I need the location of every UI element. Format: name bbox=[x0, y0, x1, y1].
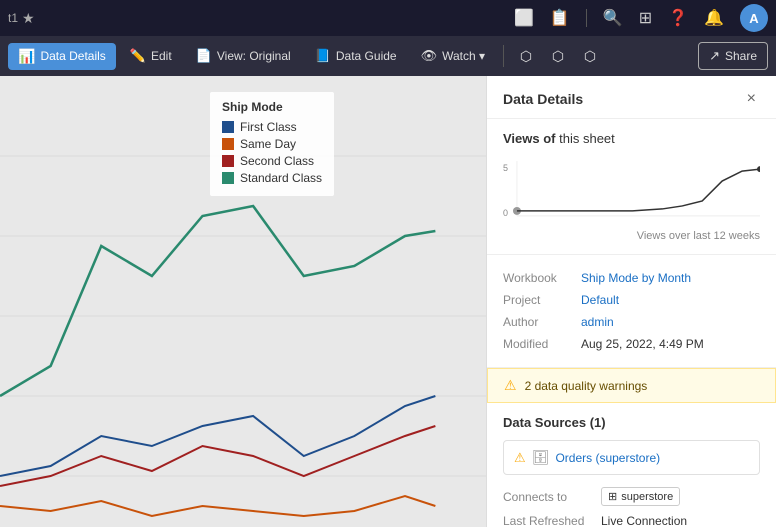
last-refreshed-label: Last Refreshed bbox=[503, 514, 593, 527]
legend-color-same-day bbox=[222, 138, 234, 150]
project-label: Project bbox=[503, 293, 573, 307]
legend-title: Ship Mode bbox=[222, 100, 322, 114]
modified-label: Modified bbox=[503, 337, 573, 351]
help-icon[interactable]: ❓ bbox=[668, 8, 688, 28]
source-item[interactable]: ⚠ 🗄 Orders (superstore) bbox=[503, 440, 760, 475]
data-details-button[interactable]: 📊 Data Details bbox=[8, 43, 116, 70]
connects-to-row: Connects to ⊞ superstore bbox=[503, 483, 760, 510]
connects-to-value: ⊞ superstore bbox=[601, 487, 680, 506]
tab-area: t1 ★ bbox=[8, 10, 35, 27]
edit-button[interactable]: ✏️ Edit bbox=[120, 43, 182, 69]
top-icons: ⬜ 📋 🔍 ⊞ ❓ 🔔 A bbox=[514, 4, 768, 32]
view-icon: 📄 bbox=[196, 48, 212, 64]
legend-label-same-day: Same Day bbox=[240, 137, 296, 151]
guide-icon: 📘 bbox=[315, 48, 331, 64]
legend-label-second-class: Second Class bbox=[240, 154, 314, 168]
db-badge: ⊞ superstore bbox=[601, 487, 680, 506]
connects-to-label: Connects to bbox=[503, 490, 593, 504]
modified-row: Modified Aug 25, 2022, 4:49 PM bbox=[503, 333, 760, 355]
source-name[interactable]: Orders (superstore) bbox=[555, 451, 660, 465]
chart-area: Date Ship Mode First Class bbox=[0, 76, 486, 527]
panel-header: Data Details × bbox=[487, 76, 776, 119]
legend-color-second-class bbox=[222, 155, 234, 167]
tablet-icon[interactable]: ⬜ bbox=[514, 8, 534, 28]
share-icon: ↗ bbox=[709, 48, 720, 64]
data-details-icon: 📊 bbox=[18, 48, 35, 65]
svg-text:0: 0 bbox=[503, 208, 508, 218]
views-section-title: Views of this sheet bbox=[503, 131, 760, 146]
details-panel: Data Details × Views of this sheet 5 0 bbox=[486, 76, 776, 527]
panel-title: Data Details bbox=[503, 91, 583, 107]
project-row: Project Default bbox=[503, 289, 760, 311]
divider-top bbox=[586, 9, 587, 27]
share-button[interactable]: ↗ Share bbox=[698, 42, 768, 70]
db-icon: ⊞ bbox=[608, 490, 617, 503]
toolbar: 📊 Data Details ✏️ Edit 📄 View: Original … bbox=[0, 36, 776, 76]
star-icon[interactable]: ★ bbox=[22, 10, 35, 27]
legend-second-class: Second Class bbox=[222, 154, 322, 168]
last-refreshed-row: Last Refreshed Live Connection bbox=[503, 510, 760, 527]
author-label: Author bbox=[503, 315, 573, 329]
data-guide-button[interactable]: 📘 Data Guide bbox=[305, 43, 407, 69]
metadata-section: Workbook Ship Mode by Month Project Defa… bbox=[487, 255, 776, 368]
modified-value: Aug 25, 2022, 4:49 PM bbox=[581, 337, 704, 351]
warning-banner[interactable]: ⚠ 2 data quality warnings bbox=[487, 368, 776, 403]
legend-label-standard-class: Standard Class bbox=[240, 171, 322, 185]
clipboard-icon[interactable]: 📋 bbox=[550, 8, 570, 28]
legend-same-day: Same Day bbox=[222, 137, 322, 151]
source-warning-icon: ⚠ bbox=[514, 450, 526, 466]
author-row: Author admin bbox=[503, 311, 760, 333]
chart-legend: Ship Mode First Class Same Day Second Cl… bbox=[210, 92, 334, 196]
edit-icon: ✏️ bbox=[130, 48, 146, 64]
legend-first-class: First Class bbox=[222, 120, 322, 134]
subscribe-button[interactable]: ⬡ bbox=[544, 42, 572, 70]
views-section: Views of this sheet 5 0 Views over last … bbox=[487, 119, 776, 255]
views-chart: 5 0 bbox=[503, 156, 760, 226]
svg-text:5: 5 bbox=[503, 163, 508, 173]
project-value[interactable]: Default bbox=[581, 293, 619, 307]
embed-button[interactable]: ⬡ bbox=[576, 42, 604, 70]
workbook-label: Workbook bbox=[503, 271, 573, 285]
avatar[interactable]: A bbox=[740, 4, 768, 32]
search-icon[interactable]: 🔍 bbox=[603, 8, 623, 28]
sources-title: Data Sources (1) bbox=[503, 415, 760, 430]
workbook-value[interactable]: Ship Mode by Month bbox=[581, 271, 691, 285]
legend-color-first-class bbox=[222, 121, 234, 133]
sources-section: Data Sources (1) ⚠ 🗄 Orders (superstore)… bbox=[487, 403, 776, 527]
grid-icon[interactable]: ⊞ bbox=[639, 8, 652, 28]
toolbar-divider-1 bbox=[503, 45, 504, 67]
watch-button[interactable]: 👁 Watch ▾ bbox=[411, 43, 495, 69]
legend-label-first-class: First Class bbox=[240, 120, 297, 134]
legend-color-standard-class bbox=[222, 172, 234, 184]
workbook-row: Workbook Ship Mode by Month bbox=[503, 267, 760, 289]
panel-close-button[interactable]: × bbox=[743, 88, 760, 110]
eye-icon: 👁 bbox=[421, 48, 438, 64]
warning-text: 2 data quality warnings bbox=[525, 379, 648, 393]
present-button[interactable]: ⬡ bbox=[512, 42, 540, 70]
top-bar: t1 ★ ⬜ 📋 🔍 ⊞ ❓ 🔔 A bbox=[0, 0, 776, 36]
views-chart-svg: 5 0 bbox=[503, 156, 760, 226]
author-value[interactable]: admin bbox=[581, 315, 614, 329]
bell-icon[interactable]: 🔔 bbox=[704, 8, 724, 28]
last-refreshed-value: Live Connection bbox=[601, 514, 687, 527]
legend-standard-class: Standard Class bbox=[222, 171, 322, 185]
views-footnote: Views over last 12 weeks bbox=[503, 230, 760, 242]
source-db-icon: 🗄 bbox=[532, 449, 550, 466]
tab-label[interactable]: t1 bbox=[8, 11, 18, 25]
main-content: Date Ship Mode First Class bbox=[0, 76, 776, 527]
view-original-button[interactable]: 📄 View: Original bbox=[186, 43, 301, 69]
warning-icon: ⚠ bbox=[504, 377, 517, 394]
